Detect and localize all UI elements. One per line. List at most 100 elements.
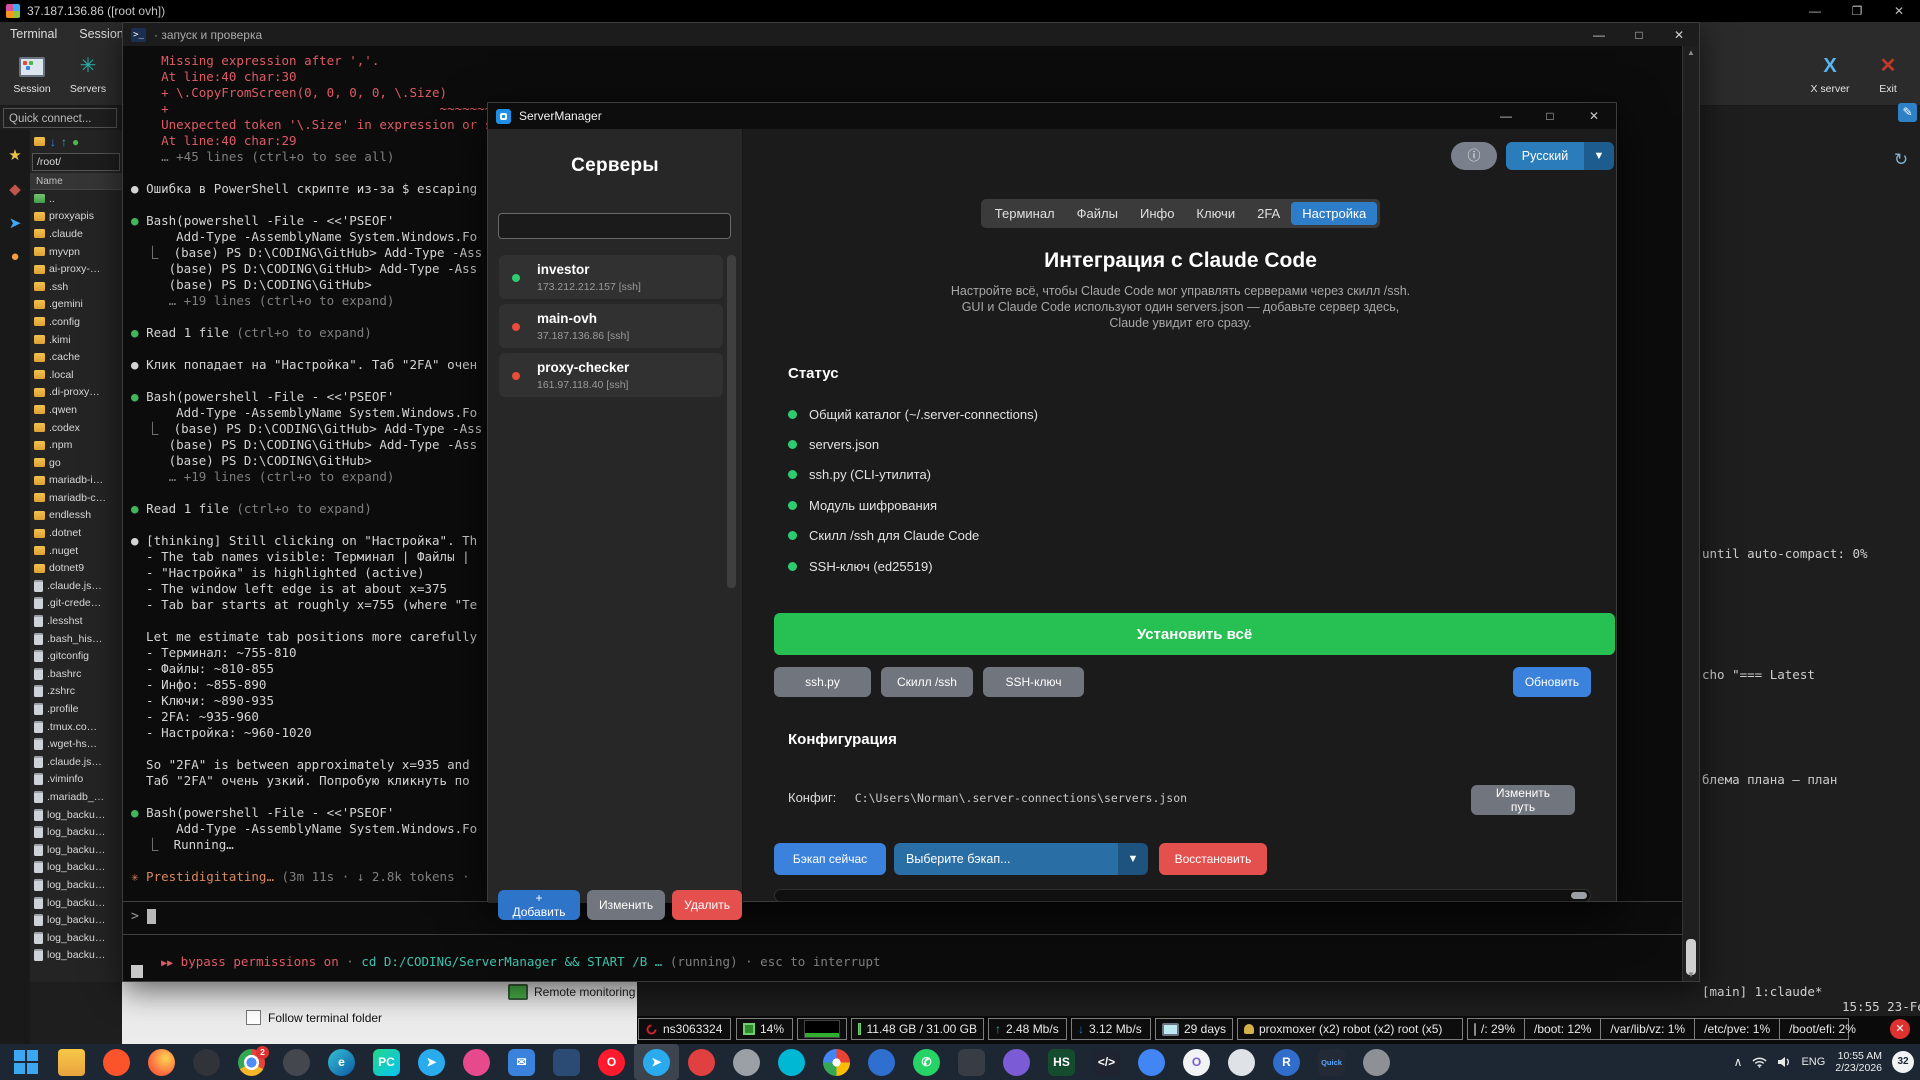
tree-item[interactable]: ai-proxy-… bbox=[30, 260, 122, 278]
skill-ssh-button[interactable]: Скилл /ssh bbox=[881, 667, 973, 697]
tree-item[interactable]: .profile bbox=[30, 700, 122, 718]
tab-Терминал[interactable]: Терминал bbox=[984, 202, 1066, 225]
language-value[interactable]: Русский bbox=[1506, 142, 1584, 170]
volume-icon[interactable] bbox=[1777, 1056, 1791, 1068]
favorites-star-icon[interactable]: ★ bbox=[0, 146, 30, 164]
download-icon[interactable]: ↓ bbox=[50, 134, 56, 153]
tree-item[interactable]: .. bbox=[30, 190, 122, 208]
tree-item[interactable]: dotnet9 bbox=[30, 559, 122, 577]
tree-item[interactable]: .bashrc bbox=[30, 665, 122, 683]
hscrollbar-thumb[interactable] bbox=[1571, 892, 1587, 899]
tree-item[interactable]: .ssh bbox=[30, 278, 122, 296]
tree-item[interactable]: .cache bbox=[30, 348, 122, 366]
tree-item[interactable]: myvpn bbox=[30, 243, 122, 261]
quick-connect-input[interactable]: Quick connect... bbox=[3, 108, 117, 128]
quick-share-tile[interactable]: Quick bbox=[1309, 1044, 1354, 1080]
info-button[interactable]: ⓘ bbox=[1451, 142, 1497, 170]
tree-item[interactable]: .kimi bbox=[30, 331, 122, 349]
tree-item[interactable]: .tmux.co… bbox=[30, 718, 122, 736]
tools-icon[interactable]: ◆ bbox=[0, 180, 30, 198]
tree-item[interactable]: mariadb-c… bbox=[30, 489, 122, 507]
terminal-close-button[interactable]: ✕ bbox=[1659, 28, 1699, 42]
tree-item[interactable]: proxyapis bbox=[30, 208, 122, 226]
tree-item[interactable]: log_backu… bbox=[30, 859, 122, 877]
tree-item[interactable]: .lesshst bbox=[30, 612, 122, 630]
code-app-icon[interactable]: </> bbox=[1084, 1044, 1129, 1080]
teal-app-icon[interactable] bbox=[769, 1044, 814, 1080]
change-path-button[interactable]: Изменить путь bbox=[1471, 785, 1575, 815]
tree-item[interactable]: endlessh bbox=[30, 507, 122, 525]
multi-exec-icon[interactable]: ● bbox=[0, 248, 30, 265]
horizontal-scrollbar[interactable] bbox=[774, 889, 1591, 902]
chevron-down-icon[interactable]: ▼ bbox=[1118, 843, 1148, 875]
tree-item[interactable]: .codex bbox=[30, 419, 122, 437]
terminal-scrollbar[interactable]: ▲ ▼ bbox=[1682, 46, 1699, 981]
add-server-button[interactable]: + Добавить bbox=[498, 890, 580, 920]
backup-now-button[interactable]: Бэкап сейчас bbox=[774, 843, 886, 875]
backup-select[interactable]: Выберите бэкап... ▼ bbox=[894, 843, 1148, 875]
input-language[interactable]: ENG bbox=[1801, 1056, 1825, 1068]
refresh-button[interactable]: Обновить bbox=[1513, 667, 1591, 697]
tab-Инфо[interactable]: Инфо bbox=[1129, 202, 1185, 225]
install-all-button[interactable]: Установить всё bbox=[774, 613, 1615, 655]
backup-select-value[interactable]: Выберите бэкап... bbox=[894, 843, 1118, 875]
chrome-icon[interactable]: 2 bbox=[229, 1044, 274, 1080]
dark-app-icon-1[interactable] bbox=[184, 1044, 229, 1080]
tree-item[interactable]: .config bbox=[30, 313, 122, 331]
tree-item[interactable]: .gitconfig bbox=[30, 647, 122, 665]
tree-item[interactable]: go bbox=[30, 454, 122, 472]
network-icon[interactable] bbox=[1752, 1056, 1767, 1068]
terminal-minimize-button[interactable]: — bbox=[1579, 28, 1619, 42]
blue-app-icon-1[interactable] bbox=[859, 1044, 904, 1080]
dark-app-icon-2[interactable] bbox=[274, 1044, 319, 1080]
follow-terminal-checkbox[interactable] bbox=[246, 1010, 261, 1025]
menu-terminal[interactable]: Terminal bbox=[10, 27, 57, 41]
chevron-down-icon[interactable]: ▼ bbox=[1584, 142, 1614, 170]
tree-item[interactable]: mariadb-i… bbox=[30, 472, 122, 490]
remote-monitoring[interactable]: Remote monitoring bbox=[508, 984, 635, 1000]
white-o-app-icon[interactable]: O bbox=[1174, 1044, 1219, 1080]
server-card[interactable]: proxy-checker161.97.118.40 [ssh] bbox=[499, 353, 723, 397]
toolbar-exit-button[interactable]: ✕ Exit bbox=[1866, 49, 1910, 95]
tree-item[interactable]: log_backu… bbox=[30, 806, 122, 824]
tree-item[interactable]: log_backu… bbox=[30, 911, 122, 929]
main-minimize-button[interactable]: — bbox=[1794, 0, 1836, 22]
tree-item[interactable]: .nuget bbox=[30, 542, 122, 560]
dark-blue-app-icon[interactable] bbox=[544, 1044, 589, 1080]
upload-icon[interactable]: ↑ bbox=[61, 134, 67, 153]
notification-badge[interactable]: 32 bbox=[1892, 1051, 1914, 1073]
edge-icon[interactable]: e bbox=[319, 1044, 364, 1080]
start-button[interactable] bbox=[4, 1044, 49, 1080]
toolbar-servers-button[interactable]: ✳ Servers bbox=[62, 49, 114, 95]
server-card[interactable]: investor173.212.212.157 [ssh] bbox=[499, 255, 723, 299]
dark-app-icon-3[interactable] bbox=[949, 1044, 994, 1080]
tree-item[interactable]: log_backu… bbox=[30, 929, 122, 947]
tree-item[interactable]: .bash_his… bbox=[30, 630, 122, 648]
delete-server-button[interactable]: Удалить bbox=[672, 890, 742, 920]
paint-app-icon[interactable] bbox=[454, 1044, 499, 1080]
ssh-key-button[interactable]: SSH-ключ bbox=[983, 667, 1084, 697]
brave-icon[interactable] bbox=[94, 1044, 139, 1080]
tree-item[interactable]: .claude bbox=[30, 225, 122, 243]
follow-terminal-option[interactable]: Follow terminal folder bbox=[246, 1010, 382, 1025]
tree-item[interactable]: .gemini bbox=[30, 296, 122, 314]
tree-item[interactable]: .local bbox=[30, 366, 122, 384]
monitoring-close-icon[interactable]: ✕ bbox=[1890, 1019, 1910, 1039]
toolbar-xserver-button[interactable]: X X server bbox=[1802, 49, 1858, 95]
toolbar-session-button[interactable]: Session bbox=[6, 49, 58, 95]
red-app-icon[interactable] bbox=[679, 1044, 724, 1080]
tree-item[interactable]: .claude.js… bbox=[30, 577, 122, 595]
server-manager-titlebar[interactable]: ServerManager — □ ✕ bbox=[488, 103, 1616, 129]
tree-item[interactable]: log_backu… bbox=[30, 876, 122, 894]
terminal-titlebar[interactable]: >_ · запуск и проверка — □ ✕ bbox=[123, 23, 1699, 46]
tree-item[interactable]: .claude.js… bbox=[30, 753, 122, 771]
refresh-icon[interactable]: ↻ bbox=[1890, 149, 1912, 171]
pycharm-icon[interactable]: PC bbox=[364, 1044, 409, 1080]
tree-item[interactable]: log_backu… bbox=[30, 894, 122, 912]
whatsapp-icon[interactable]: ✆ bbox=[904, 1044, 949, 1080]
tab-Настройка[interactable]: Настройка bbox=[1291, 202, 1377, 225]
tree-item[interactable]: .wget-hs… bbox=[30, 735, 122, 753]
light-app-icon[interactable] bbox=[1219, 1044, 1264, 1080]
tree-folder-icon[interactable] bbox=[34, 134, 45, 153]
taskbar-clock[interactable]: 10:55 AM 2/23/2026 bbox=[1835, 1050, 1882, 1074]
